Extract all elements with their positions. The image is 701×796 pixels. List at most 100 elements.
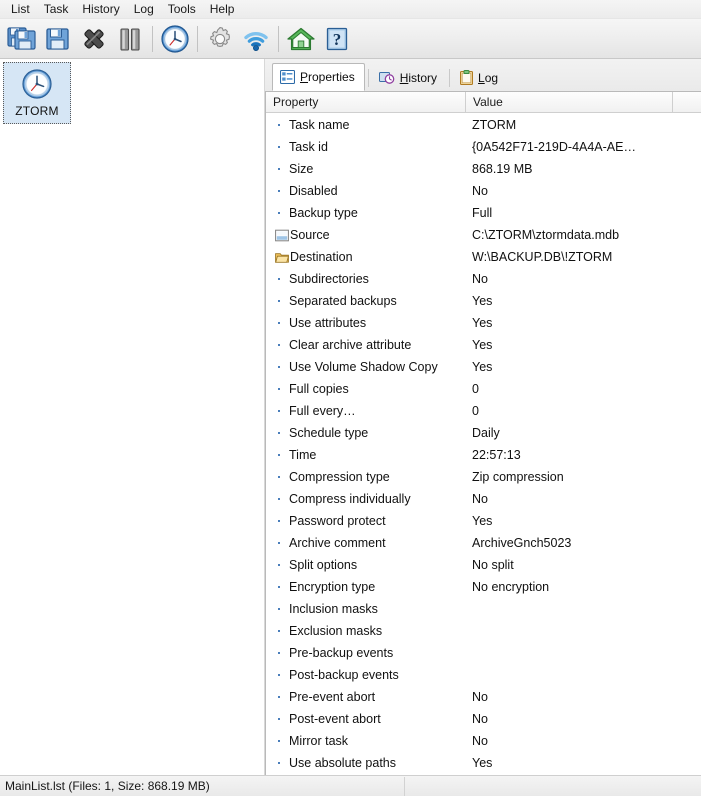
property-label: Compress individually	[289, 492, 411, 506]
property-row[interactable]: Backup type Full	[266, 202, 701, 224]
toolbar-separator	[278, 25, 279, 52]
property-row[interactable]: Post-event abort No	[266, 708, 701, 730]
property-row[interactable]: Full copies 0	[266, 378, 701, 400]
property-cell: Compression type	[266, 470, 466, 484]
bullet-icon	[275, 696, 289, 698]
property-row[interactable]: Use attributes Yes	[266, 312, 701, 334]
delete-button[interactable]	[76, 21, 112, 57]
property-row[interactable]: Task name ZTORM	[266, 114, 701, 136]
value-cell: Full	[472, 206, 493, 220]
bullet-icon	[275, 498, 289, 500]
property-row[interactable]: Use Volume Shadow Copy Yes	[266, 356, 701, 378]
main-content: ZTORM Properties History Log Property Va…	[0, 59, 701, 775]
property-row[interactable]: Disabled No	[266, 180, 701, 202]
bullet-icon	[275, 432, 289, 434]
property-cell: Time	[266, 448, 466, 462]
property-row[interactable]: Exclusion masks	[266, 620, 701, 642]
property-grid-body[interactable]: Task name ZTORM Task id {0A542F71-219D-4A4A…	[266, 114, 701, 775]
task-list-pane[interactable]: ZTORM	[0, 59, 265, 775]
property-cell: Clear archive attribute	[266, 338, 466, 352]
tab-properties[interactable]: Properties	[272, 63, 365, 91]
save-button[interactable]	[40, 21, 76, 57]
menu-item-task[interactable]: Task	[37, 1, 76, 18]
property-cell: Full copies	[266, 382, 466, 396]
tab-log[interactable]: Log	[453, 64, 507, 91]
property-row[interactable]: Compress individually No	[266, 488, 701, 510]
menu-item-list[interactable]: List	[4, 1, 37, 18]
property-row[interactable]: Destination W:\BACKUP.DB\!ZTORM	[266, 246, 701, 268]
tab-history[interactable]: History	[372, 64, 446, 91]
property-row[interactable]: Split options No split	[266, 554, 701, 576]
tab-bar: Properties History Log	[265, 59, 701, 91]
column-header-extra[interactable]	[673, 92, 701, 113]
property-row[interactable]: Subdirectories No	[266, 268, 701, 290]
menu-item-log[interactable]: Log	[127, 1, 161, 18]
property-cell: Subdirectories	[266, 272, 466, 286]
property-row[interactable]: Clear archive attribute Yes	[266, 334, 701, 356]
property-row[interactable]: Post-backup events	[266, 664, 701, 686]
property-cell: Compress individually	[266, 492, 466, 506]
property-cell: Mirror task	[266, 734, 466, 748]
property-row[interactable]: Mirror task No	[266, 730, 701, 752]
help-button[interactable]: ?	[319, 21, 355, 57]
bullet-icon	[275, 740, 289, 742]
property-row[interactable]: Source C:\ZTORM\ztormdata.mdb	[266, 224, 701, 246]
tab-history-label: History	[399, 70, 438, 85]
value-cell: Yes	[472, 316, 493, 330]
property-row[interactable]: Time 22:57:13	[266, 444, 701, 466]
property-cell: Separated backups	[266, 294, 466, 308]
toolbar-separator	[197, 25, 198, 52]
home-button[interactable]	[283, 21, 319, 57]
bullet-icon	[275, 520, 289, 522]
menu-item-help[interactable]: Help	[203, 1, 242, 18]
property-row[interactable]: Password protect Yes	[266, 510, 701, 532]
scheduler-button[interactable]	[157, 21, 193, 57]
property-row[interactable]: Full every… 0	[266, 400, 701, 422]
property-cell: Post-backup events	[266, 668, 466, 682]
home-icon	[287, 27, 315, 50]
property-row[interactable]: Archive comment ArchiveGnch5023	[266, 532, 701, 554]
tab-log-label: Log	[478, 70, 499, 85]
value-cell: No	[472, 712, 488, 726]
property-row[interactable]: Encryption type No encryption	[266, 576, 701, 598]
column-header-value[interactable]: Value	[466, 92, 673, 113]
property-cell: Size	[266, 162, 466, 176]
help-icon: ?	[326, 27, 348, 50]
bullet-icon	[275, 586, 289, 588]
property-row[interactable]: Schedule type Daily	[266, 422, 701, 444]
menu-item-history[interactable]: History	[75, 1, 126, 18]
network-button[interactable]	[238, 21, 274, 57]
property-row[interactable]: Use absolute paths Yes	[266, 752, 701, 774]
menu-item-tools[interactable]: Tools	[161, 1, 203, 18]
value-cell: No	[472, 184, 488, 198]
bullet-icon	[275, 564, 289, 566]
save-all-button[interactable]	[4, 21, 40, 57]
property-row[interactable]: Size 868.19 MB	[266, 158, 701, 180]
property-cell: Inclusion masks	[266, 602, 466, 616]
property-row[interactable]: Separated backups Yes	[266, 290, 701, 312]
property-label: Post-event abort	[289, 712, 381, 726]
property-row[interactable]: Task id {0A542F71-219D-4A4A-AE…	[266, 136, 701, 158]
property-row[interactable]: Inclusion masks	[266, 598, 701, 620]
property-row[interactable]: Compression type Zip compression	[266, 466, 701, 488]
property-row[interactable]: Pre-event abort No	[266, 686, 701, 708]
property-row[interactable]: Pre-backup events	[266, 642, 701, 664]
toolbar: ?	[0, 19, 701, 59]
pause-button[interactable]	[112, 21, 148, 57]
property-grid: Property Value Task name ZTORM Task id {0A5…	[265, 91, 701, 775]
task-list-item-ztorm[interactable]: ZTORM	[3, 62, 71, 124]
bullet-icon	[275, 542, 289, 544]
value-cell: No encryption	[472, 580, 550, 594]
property-cell: Pre-event abort	[266, 690, 466, 704]
property-label: Pre-backup events	[289, 646, 394, 660]
property-label: Use Volume Shadow Copy	[289, 360, 438, 374]
bullet-icon	[275, 190, 289, 192]
details-pane: Properties History Log Property Value Ta…	[265, 59, 701, 775]
column-header-property[interactable]: Property	[266, 92, 466, 113]
tab-separator	[367, 69, 369, 87]
property-label: Task name	[289, 118, 350, 132]
property-cell: Use attributes	[266, 316, 466, 330]
settings-button[interactable]	[202, 21, 238, 57]
bullet-icon	[275, 146, 289, 148]
bullet-icon	[275, 322, 289, 324]
